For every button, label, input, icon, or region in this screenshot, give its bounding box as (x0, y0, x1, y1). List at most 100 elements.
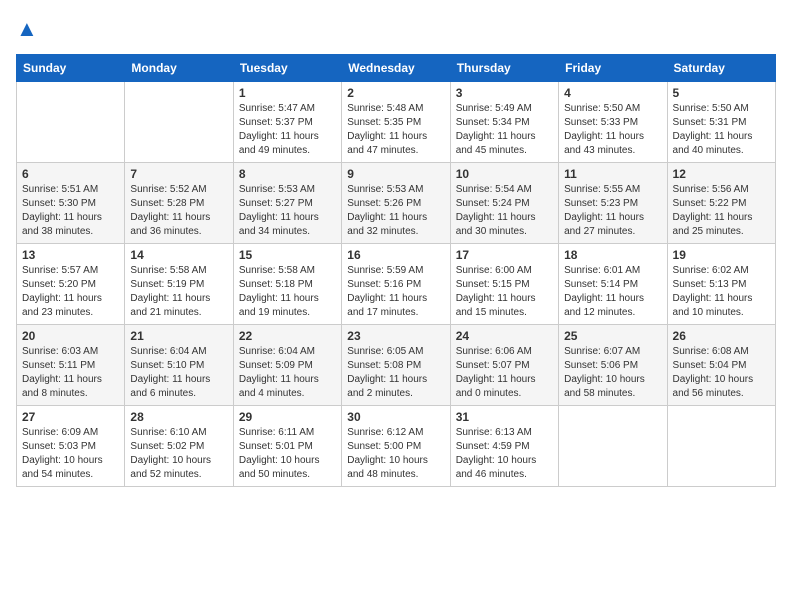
day-number: 10 (456, 167, 553, 181)
day-number: 17 (456, 248, 553, 262)
calendar-cell: 4 Sunrise: 5:50 AM Sunset: 5:33 PM Daylig… (559, 82, 667, 163)
day-info: Sunrise: 6:01 AM Sunset: 5:14 PM Dayligh… (564, 264, 661, 320)
calendar-table: SundayMondayTuesdayWednesdayThursdayFrid… (16, 54, 776, 487)
day-number: 15 (239, 248, 336, 262)
calendar-cell: 16Sunrise: 5:59 AM Sunset: 5:16 PM Dayli… (342, 244, 450, 325)
calendar-cell: 5Sunrise: 5:50 AM Sunset: 5:31 PM Daylig… (667, 82, 775, 163)
calendar-cell: 14 Sunrise: 5:58 AM Sunset: 5:19 PM Dayli… (125, 244, 233, 325)
day-number: 2 (347, 86, 444, 100)
calendar-cell: 11Sunrise: 5:55 AM Sunset: 5:23 PM Dayli… (559, 163, 667, 244)
calendar-cell: 13 Sunrise: 5:57 AM Sunset: 5:20 PM Dayli… (17, 244, 125, 325)
day-number: 30 (347, 410, 444, 424)
day-info: Sunrise: 6:04 AM Sunset: 5:10 PM Dayligh… (130, 345, 227, 401)
day-info: Sunrise: 5:58 AM Sunset: 5:18 PM Dayligh… (239, 264, 336, 320)
calendar-cell: 15 Sunrise: 5:58 AM Sunset: 5:18 PM Dayli… (233, 244, 341, 325)
calendar-cell (559, 406, 667, 487)
day-number: 3 (456, 86, 553, 100)
day-info: Sunrise: 6:07 AM Sunset: 5:06 PM Dayligh… (564, 345, 661, 401)
weekday-header: Sunday (17, 55, 125, 82)
day-info: Sunrise: 5:55 AM Sunset: 5:23 PM Dayligh… (564, 183, 661, 239)
calendar-cell: 10 Sunrise: 5:54 AM Sunset: 5:24 PM Dayli… (450, 163, 558, 244)
day-info: Sunrise: 6:12 AM Sunset: 5:00 PM Dayligh… (347, 426, 444, 482)
calendar-header-row: SundayMondayTuesdayWednesdayThursdayFrid… (17, 55, 776, 82)
calendar-cell: 7 Sunrise: 5:52 AM Sunset: 5:28 PM Daylig… (125, 163, 233, 244)
calendar-cell: 31 Sunrise: 6:13 AM Sunset: 4:59 PM Dayli… (450, 406, 558, 487)
calendar-cell: 30 Sunrise: 6:12 AM Sunset: 5:00 PM Dayli… (342, 406, 450, 487)
weekday-header: Monday (125, 55, 233, 82)
calendar-week-row: 20 Sunrise: 6:03 AM Sunset: 5:11 PM Dayli… (17, 325, 776, 406)
day-number: 9 (347, 167, 444, 181)
day-info: Sunrise: 6:08 AM Sunset: 5:04 PM Dayligh… (673, 345, 770, 401)
day-number: 22 (239, 329, 336, 343)
calendar-cell: 28 Sunrise: 6:10 AM Sunset: 5:02 PM Dayli… (125, 406, 233, 487)
calendar-cell: 29 Sunrise: 6:11 AM Sunset: 5:01 PM Dayli… (233, 406, 341, 487)
weekday-header: Friday (559, 55, 667, 82)
day-info: Sunrise: 5:47 AM Sunset: 5:37 PM Dayligh… (239, 102, 336, 158)
day-number: 25 (564, 329, 661, 343)
calendar-cell: 9 Sunrise: 5:53 AM Sunset: 5:26 PM Daylig… (342, 163, 450, 244)
day-number: 24 (456, 329, 553, 343)
calendar-cell: 25 Sunrise: 6:07 AM Sunset: 5:06 PM Dayli… (559, 325, 667, 406)
day-number: 1 (239, 86, 336, 100)
calendar-week-row: 13 Sunrise: 5:57 AM Sunset: 5:20 PM Dayli… (17, 244, 776, 325)
day-info: Sunrise: 6:04 AM Sunset: 5:09 PM Dayligh… (239, 345, 336, 401)
day-number: 4 (564, 86, 661, 100)
calendar-cell: 12Sunrise: 5:56 AM Sunset: 5:22 PM Dayli… (667, 163, 775, 244)
day-info: Sunrise: 6:11 AM Sunset: 5:01 PM Dayligh… (239, 426, 336, 482)
day-info: Sunrise: 5:48 AM Sunset: 5:35 PM Dayligh… (347, 102, 444, 158)
day-info: Sunrise: 6:00 AM Sunset: 5:15 PM Dayligh… (456, 264, 553, 320)
day-number: 23 (347, 329, 444, 343)
day-info: Sunrise: 5:50 AM Sunset: 5:31 PM Dayligh… (673, 102, 770, 158)
day-info: Sunrise: 5:49 AM Sunset: 5:34 PM Dayligh… (456, 102, 553, 158)
day-number: 13 (22, 248, 119, 262)
day-number: 7 (130, 167, 227, 181)
day-info: Sunrise: 6:02 AM Sunset: 5:13 PM Dayligh… (673, 264, 770, 320)
day-number: 19 (673, 248, 770, 262)
day-info: Sunrise: 5:51 AM Sunset: 5:30 PM Dayligh… (22, 183, 119, 239)
calendar-cell: 8 Sunrise: 5:53 AM Sunset: 5:27 PM Daylig… (233, 163, 341, 244)
calendar-cell: 21 Sunrise: 6:04 AM Sunset: 5:10 PM Dayli… (125, 325, 233, 406)
calendar-cell: 1 Sunrise: 5:47 AM Sunset: 5:37 PM Daylig… (233, 82, 341, 163)
calendar-cell: 18 Sunrise: 6:01 AM Sunset: 5:14 PM Dayli… (559, 244, 667, 325)
day-number: 8 (239, 167, 336, 181)
calendar-cell (17, 82, 125, 163)
calendar-cell: 22 Sunrise: 6:04 AM Sunset: 5:09 PM Dayli… (233, 325, 341, 406)
weekday-header: Wednesday (342, 55, 450, 82)
day-number: 31 (456, 410, 553, 424)
day-info: Sunrise: 5:54 AM Sunset: 5:24 PM Dayligh… (456, 183, 553, 239)
day-info: Sunrise: 5:58 AM Sunset: 5:19 PM Dayligh… (130, 264, 227, 320)
day-number: 26 (673, 329, 770, 343)
calendar-cell: 3 Sunrise: 5:49 AM Sunset: 5:34 PM Daylig… (450, 82, 558, 163)
day-info: Sunrise: 5:56 AM Sunset: 5:22 PM Dayligh… (673, 183, 770, 239)
day-info: Sunrise: 6:10 AM Sunset: 5:02 PM Dayligh… (130, 426, 227, 482)
day-number: 28 (130, 410, 227, 424)
calendar-cell: 20 Sunrise: 6:03 AM Sunset: 5:11 PM Dayli… (17, 325, 125, 406)
calendar-cell (125, 82, 233, 163)
weekday-header: Tuesday (233, 55, 341, 82)
day-info: Sunrise: 5:57 AM Sunset: 5:20 PM Dayligh… (22, 264, 119, 320)
day-number: 21 (130, 329, 227, 343)
weekday-header: Saturday (667, 55, 775, 82)
calendar-cell (667, 406, 775, 487)
day-info: Sunrise: 6:03 AM Sunset: 5:11 PM Dayligh… (22, 345, 119, 401)
day-number: 14 (130, 248, 227, 262)
day-info: Sunrise: 5:50 AM Sunset: 5:33 PM Dayligh… (564, 102, 661, 158)
day-info: Sunrise: 6:05 AM Sunset: 5:08 PM Dayligh… (347, 345, 444, 401)
calendar-week-row: 1 Sunrise: 5:47 AM Sunset: 5:37 PM Daylig… (17, 82, 776, 163)
day-number: 29 (239, 410, 336, 424)
day-number: 20 (22, 329, 119, 343)
calendar-week-row: 27Sunrise: 6:09 AM Sunset: 5:03 PM Dayli… (17, 406, 776, 487)
calendar-week-row: 6Sunrise: 5:51 AM Sunset: 5:30 PM Daylig… (17, 163, 776, 244)
calendar-cell: 26 Sunrise: 6:08 AM Sunset: 5:04 PM Dayli… (667, 325, 775, 406)
day-number: 18 (564, 248, 661, 262)
day-info: Sunrise: 5:53 AM Sunset: 5:27 PM Dayligh… (239, 183, 336, 239)
day-info: Sunrise: 5:59 AM Sunset: 5:16 PM Dayligh… (347, 264, 444, 320)
day-info: Sunrise: 5:52 AM Sunset: 5:28 PM Dayligh… (130, 183, 227, 239)
calendar-cell: 19 Sunrise: 6:02 AM Sunset: 5:13 PM Dayli… (667, 244, 775, 325)
day-info: Sunrise: 5:53 AM Sunset: 5:26 PM Dayligh… (347, 183, 444, 239)
calendar-cell: 23 Sunrise: 6:05 AM Sunset: 5:08 PM Dayli… (342, 325, 450, 406)
logo: ▲ (16, 16, 38, 42)
calendar-cell: 2 Sunrise: 5:48 AM Sunset: 5:35 PM Daylig… (342, 82, 450, 163)
weekday-header: Thursday (450, 55, 558, 82)
day-info: Sunrise: 6:13 AM Sunset: 4:59 PM Dayligh… (456, 426, 553, 482)
